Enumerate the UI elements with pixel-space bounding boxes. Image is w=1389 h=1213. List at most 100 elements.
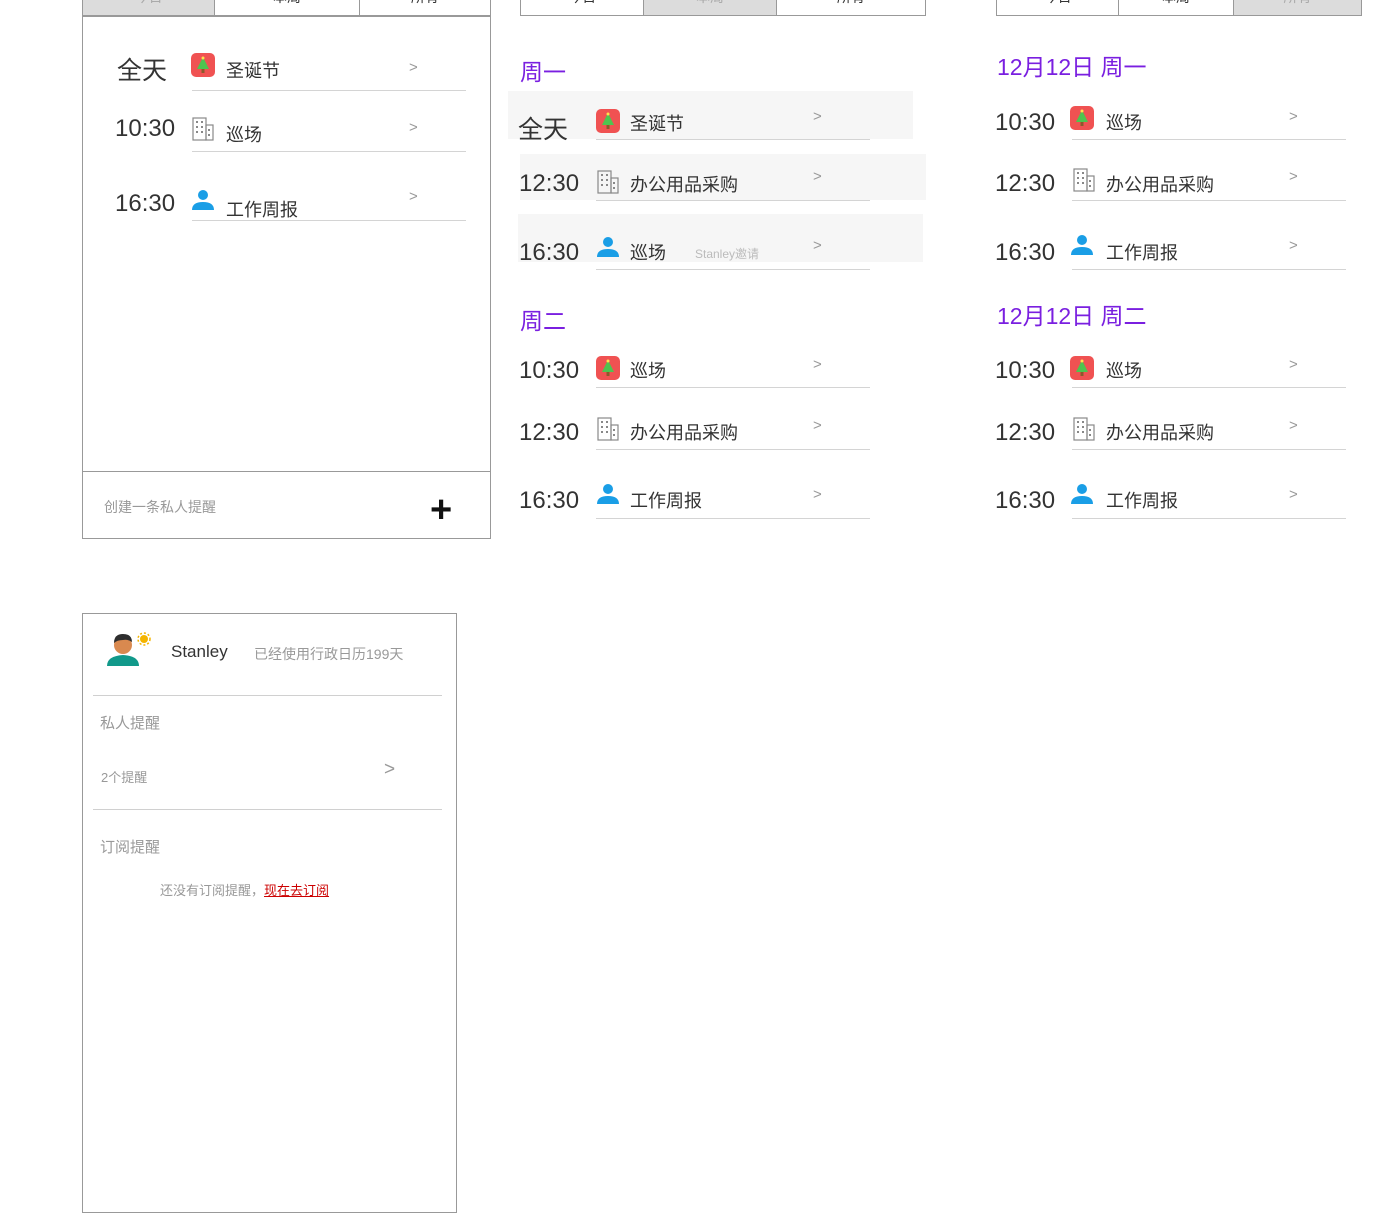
subscribe-reminder-heading: 订阅提醒 (100, 839, 161, 856)
week-group-header: 周二 (520, 308, 566, 334)
all-event-row[interactable]: 10:30 巡场 > (976, 98, 1376, 148)
week-event-row[interactable]: 12:30 办公用品采购 > (500, 409, 920, 459)
event-title: 圣诞节 (226, 61, 280, 81)
chevron-right-icon: > (813, 486, 822, 503)
day-event-row[interactable]: 10:30 巡场 > (100, 100, 480, 155)
row-divider (596, 449, 870, 450)
no-subscription-note: 还没有订阅提醒，现在去订阅 (160, 880, 329, 899)
all-event-row[interactable]: 16:30 工作周报 > (976, 477, 1376, 527)
person-icon (596, 482, 620, 506)
all-event-row[interactable]: 12:30 办公用品采购 > (976, 409, 1376, 459)
christmas-tree-icon (191, 53, 215, 77)
person-icon (191, 188, 215, 212)
event-time: 10:30 (995, 109, 1056, 136)
chevron-right-icon: > (1289, 168, 1298, 185)
chevron-right-icon: > (813, 108, 822, 125)
day-event-row[interactable]: 16:30 工作周报 > (100, 170, 480, 225)
event-time: 16:30 (995, 487, 1056, 514)
event-time: 全天 (117, 57, 168, 85)
week-event-row[interactable]: 12:30 办公用品采购 > (500, 160, 920, 210)
avatar (104, 631, 152, 671)
chevron-right-icon: > (1289, 108, 1298, 125)
day-view-tabbar: 今日 本周 所有 (82, 0, 491, 16)
event-time: 16:30 (995, 239, 1056, 266)
row-divider (596, 200, 870, 201)
tab-today[interactable]: 今日 (521, 0, 645, 15)
chevron-right-icon: > (1289, 237, 1298, 254)
chevron-right-icon: > (813, 237, 822, 254)
tab-all[interactable]: 所有 (359, 0, 490, 15)
christmas-tree-icon (596, 109, 620, 133)
tab-this-week[interactable]: 本周 (1119, 0, 1234, 15)
building-icon (596, 417, 620, 441)
tab-all[interactable]: 所有 (1233, 0, 1361, 15)
section-divider (93, 809, 442, 810)
chevron-right-icon: > (409, 59, 418, 76)
private-reminder-count: 2个提醒 (101, 770, 148, 785)
event-title: 办公用品采购 (1106, 175, 1214, 195)
row-divider (1072, 269, 1346, 270)
week-event-row[interactable]: 全天 圣诞节 > (500, 95, 920, 145)
person-icon (1070, 233, 1094, 257)
all-event-row[interactable]: 12:30 办公用品采购 > (976, 160, 1376, 210)
person-icon (1070, 482, 1094, 506)
building-icon (596, 170, 620, 194)
all-group-header: 12月12日 周一 (997, 54, 1147, 80)
event-title: 工作周报 (1106, 491, 1178, 511)
private-reminder-heading: 私人提醒 (100, 715, 161, 732)
tab-this-week[interactable]: 本周 (215, 0, 360, 15)
week-event-row[interactable]: 10:30 巡场 > (500, 347, 920, 397)
day-view-footer-divider (82, 471, 491, 472)
event-title: 办公用品采购 (1106, 423, 1214, 443)
chevron-right-icon: > (1289, 486, 1298, 503)
event-time: 16:30 (519, 239, 580, 266)
create-reminder-input[interactable]: 创建一条私人提醒 (104, 497, 216, 517)
all-event-row[interactable]: 16:30 工作周报 > (976, 228, 1376, 278)
chevron-right-icon: > (813, 417, 822, 434)
event-title: 巡场 (1106, 361, 1142, 381)
tab-today[interactable]: 今日 (997, 0, 1120, 15)
event-title: 圣诞节 (630, 114, 684, 134)
week-group-header: 周一 (520, 59, 566, 85)
no-subscription-text: 还没有订阅提醒， (160, 883, 265, 898)
christmas-tree-icon (596, 356, 620, 380)
subscribe-now-link[interactable]: 现在去订阅 (264, 883, 329, 898)
row-divider (1072, 387, 1346, 388)
day-event-row[interactable]: 全天 圣诞节 > (100, 40, 480, 95)
tab-all[interactable]: 所有 (776, 0, 925, 15)
event-time: 12:30 (519, 170, 580, 197)
row-divider (192, 151, 466, 152)
event-time: 10:30 (995, 357, 1056, 384)
chevron-right-icon: > (813, 356, 822, 373)
private-reminder-row[interactable]: 2个提醒 > (93, 755, 413, 785)
event-time: 全天 (518, 116, 569, 144)
event-title: 巡场 (630, 243, 666, 263)
all-view-tabbar: 今日 本周 所有 (996, 0, 1362, 16)
event-time: 10:30 (115, 115, 176, 142)
row-divider (192, 90, 466, 91)
event-title: 工作周报 (630, 491, 702, 511)
event-title: 巡场 (226, 125, 262, 145)
christmas-tree-icon (1070, 106, 1094, 130)
chevron-right-icon: > (813, 168, 822, 185)
week-view-tabbar: 今日 本周 所有 (520, 0, 926, 16)
event-title: 工作周报 (1106, 243, 1178, 263)
event-time: 16:30 (519, 487, 580, 514)
chevron-right-icon: > (1289, 417, 1298, 434)
all-group-header: 12月12日 周二 (997, 303, 1147, 329)
event-title: 办公用品采购 (630, 175, 738, 195)
user-name: Stanley (171, 642, 228, 661)
building-icon (1072, 417, 1096, 441)
row-divider (596, 387, 870, 388)
event-title: 工作周报 (226, 200, 298, 220)
week-event-row[interactable]: 16:30 巡场 Stanley邀请 > (500, 228, 920, 278)
profile-divider (93, 695, 442, 696)
usage-days: 已经使用行政日历199天 (254, 646, 404, 662)
all-event-row[interactable]: 10:30 巡场 > (976, 347, 1376, 397)
row-divider (192, 220, 466, 221)
tab-today[interactable]: 今日 (83, 0, 216, 15)
add-reminder-button[interactable]: + (430, 490, 452, 530)
chevron-right-icon: > (384, 759, 396, 780)
week-event-row[interactable]: 16:30 工作周报 > (500, 477, 920, 527)
tab-this-week[interactable]: 本周 (644, 0, 777, 15)
